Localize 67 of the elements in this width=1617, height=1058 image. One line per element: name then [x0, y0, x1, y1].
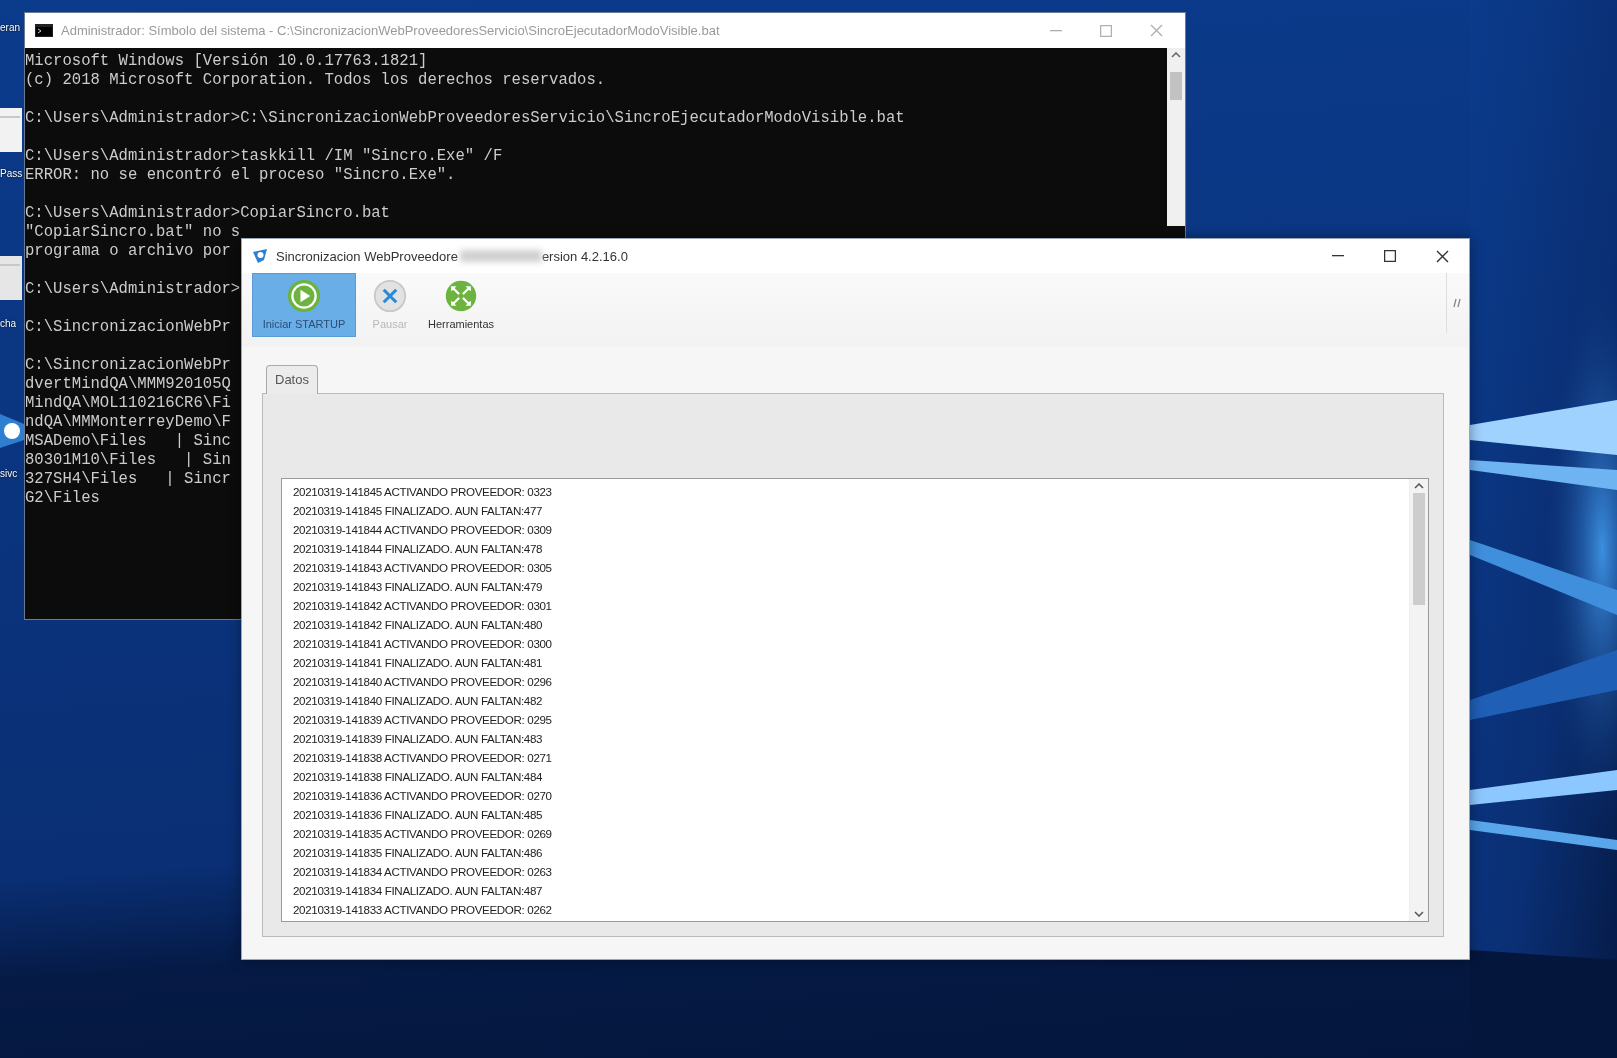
- log-entry: 20210319-141838 ACTIVANDO PROVEEDOR: 0271: [293, 750, 553, 766]
- log-entry: 20210319-141836 FINALIZADO. AUN FALTAN:485: [293, 807, 544, 823]
- scroll-up-icon[interactable]: [1171, 52, 1181, 58]
- log-entry: 20210319-141835 FINALIZADO. AUN FALTAN:486: [293, 845, 544, 861]
- scroll-up-icon[interactable]: [1414, 483, 1424, 489]
- console-line: C:\SincronizacionWebPr: [25, 318, 231, 337]
- close-circle-icon: [371, 279, 409, 313]
- console-line: (c) 2018 Microsoft Corporation. Todos los derechos reservados.: [25, 71, 606, 90]
- log-entry: 20210319-141843 FINALIZADO. AUN FALTAN:479: [293, 579, 544, 595]
- console-line: MindQA\MOL110216CR6\Fi: [25, 394, 231, 413]
- toolbar-button[interactable]: Herramientas: [424, 273, 499, 337]
- close-icon[interactable]: [1436, 249, 1449, 263]
- desktop-icon-label: cha: [0, 318, 18, 330]
- shield-icon: [252, 248, 268, 264]
- console-line: C:\Users\Administrador>: [25, 280, 241, 299]
- console-line: dvertMindQA\MMM920105Q: [25, 375, 231, 394]
- log-entry: 20210319-141843 ACTIVANDO PROVEEDOR: 0305: [293, 560, 553, 576]
- console-line: ndQA\MMMonterreyDemo\F: [25, 413, 231, 432]
- log-entry: 20210319-141838 FINALIZADO. AUN FALTAN:484: [293, 769, 544, 785]
- console-line: programa o archivo por: [25, 242, 231, 261]
- console-line: 80301M10\Files | Sin: [25, 451, 231, 470]
- scrollbar-thumb[interactable]: [1170, 72, 1182, 100]
- console-line: C:\Users\Administrador>C:\SincronizacionWebProveedoresServicio\SincroEjecutadorModoVisible.bat: [25, 109, 905, 128]
- console-icon: [35, 24, 53, 37]
- log-entry: 20210319-141842 ACTIVANDO PROVEEDOR: 0301: [293, 598, 553, 614]
- console-line: G2\Files: [25, 489, 100, 508]
- log-entry: 20210319-141845 ACTIVANDO PROVEEDOR: 0323: [293, 484, 553, 500]
- play-icon: [285, 279, 323, 313]
- log-entry: 20210319-141841 ACTIVANDO PROVEEDOR: 0300: [293, 636, 553, 652]
- log-list[interactable]: [281, 478, 1429, 922]
- log-entry: 20210319-141841 FINALIZADO. AUN FALTAN:481: [293, 655, 544, 671]
- toolbar-button[interactable]: Iniciar STARTUP: [252, 273, 356, 337]
- minimize-icon[interactable]: [1332, 255, 1344, 257]
- log-entry: 20210319-141839 ACTIVANDO PROVEEDOR: 0295: [293, 712, 553, 728]
- console-line: C:\Users\Administrador>CopiarSincro.bat: [25, 204, 390, 223]
- console-line: C:\SincronizacionWebPr: [25, 356, 231, 375]
- log-entry: 20210319-141836 ACTIVANDO PROVEEDOR: 0270: [293, 788, 553, 804]
- tab[interactable]: Datos: [266, 365, 318, 394]
- scrollbar[interactable]: [1167, 48, 1185, 226]
- console-line: MSADemo\Files | Sinc: [25, 432, 231, 451]
- scrollbar[interactable]: [1409, 479, 1428, 921]
- log-entry: 20210319-141834 ACTIVANDO PROVEEDOR: 0263: [293, 864, 553, 880]
- grip-icon[interactable]: [1451, 298, 1461, 308]
- log-entry: 20210319-141835 ACTIVANDO PROVEEDOR: 0269: [293, 826, 553, 842]
- log-entry: 20210319-141842 FINALIZADO. AUN FALTAN:480: [293, 617, 544, 633]
- console-line: 327SH4\Files | Sincr: [25, 470, 231, 489]
- log-entry: 20210319-141840 FINALIZADO. AUN FALTAN:482: [293, 693, 544, 709]
- log-entry: 20210319-141844 FINALIZADO. AUN FALTAN:478: [293, 541, 544, 557]
- console-line: Microsoft Windows [Versión 10.0.17763.1821]: [25, 52, 428, 71]
- log-entry: 20210319-141833 ACTIVANDO PROVEEDOR: 0262: [293, 902, 553, 918]
- window-title: Administrador: Símbolo del sistema - C:\SincronizacionWebProveedoresServicio\SincroEjecutadorModoVisible.bat: [61, 23, 721, 38]
- desktop-icon-label: Pass: [0, 168, 23, 180]
- log-entry: 20210319-141834 FINALIZADO. AUN FALTAN:487: [293, 883, 544, 899]
- console-line: C:\Users\Administrador>taskkill /IM "Sincro.Exe" /F: [25, 147, 503, 166]
- desktop-icon-label: sivc: [0, 468, 19, 480]
- window-title: Sincronizacion WebProveedore: [276, 248, 458, 264]
- scroll-down-icon[interactable]: [1414, 911, 1424, 917]
- desktop-icon-label: eran: [0, 22, 21, 34]
- log-entry: 20210319-141844 ACTIVANDO PROVEEDOR: 0309: [293, 522, 553, 538]
- console-line: ERROR: no se encontró el proceso "Sincro.Exe".: [25, 166, 456, 185]
- log-entry: 20210319-141840 ACTIVANDO PROVEEDOR: 0296: [293, 674, 553, 690]
- console-line: "CopiarSincro.bat" no s: [25, 223, 241, 242]
- log-entry: 20210319-141839 FINALIZADO. AUN FALTAN:483: [293, 731, 544, 747]
- maximize-icon[interactable]: [1384, 250, 1396, 262]
- window-title: ersion 4.2.16.0: [541, 248, 628, 264]
- scrollbar-thumb[interactable]: [1413, 493, 1425, 605]
- log-entry: 20210319-141845 FINALIZADO. AUN FALTAN:477: [293, 503, 544, 519]
